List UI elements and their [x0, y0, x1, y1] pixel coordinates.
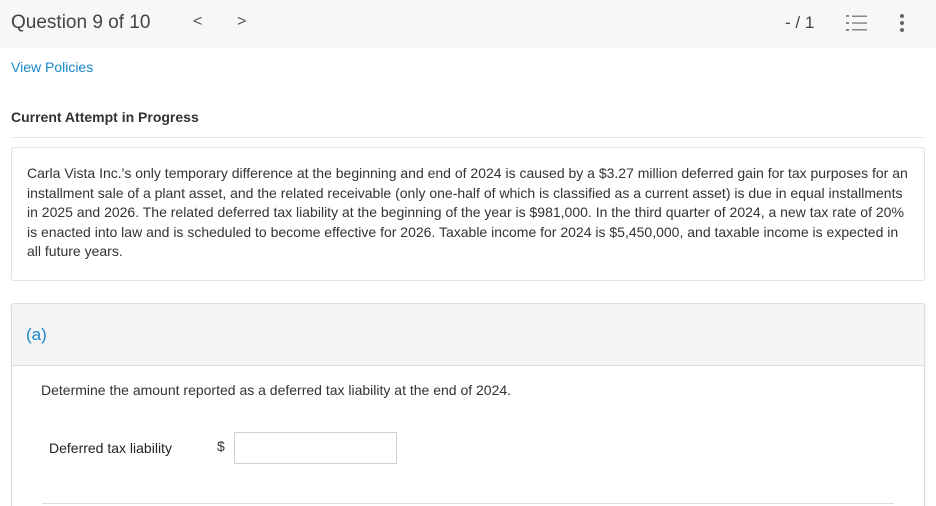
divider — [11, 137, 925, 138]
question-stem: Carla Vista Inc.'s only temporary differ… — [11, 147, 925, 281]
next-question-button[interactable]: > — [237, 13, 246, 31]
more-vertical-icon[interactable] — [896, 13, 908, 33]
score-display: - / 1 — [785, 13, 815, 32]
currency-symbol: $ — [217, 438, 225, 454]
previous-question-button[interactable]: < — [193, 13, 202, 31]
divider — [42, 503, 894, 504]
question-text: Carla Vista Inc.'s only temporary differ… — [27, 165, 908, 260]
question-position: Question 9 of 10 — [11, 12, 151, 33]
list-numbered-icon[interactable] — [846, 14, 868, 32]
part-a-panel: (a) Determine the amount reported as a d… — [11, 303, 925, 506]
deferred-tax-liability-label: Deferred tax liability — [49, 440, 172, 456]
deferred-tax-liability-input[interactable] — [234, 432, 397, 464]
attempt-status: Current Attempt in Progress — [11, 109, 199, 125]
question-header: Question 9 of 10 < > - / 1 — [0, 0, 936, 48]
part-a-header: (a) — [12, 304, 924, 366]
part-prompt: Determine the amount reported as a defer… — [41, 382, 512, 398]
part-label: (a) — [26, 325, 47, 344]
view-policies-link[interactable]: View Policies — [11, 59, 93, 75]
